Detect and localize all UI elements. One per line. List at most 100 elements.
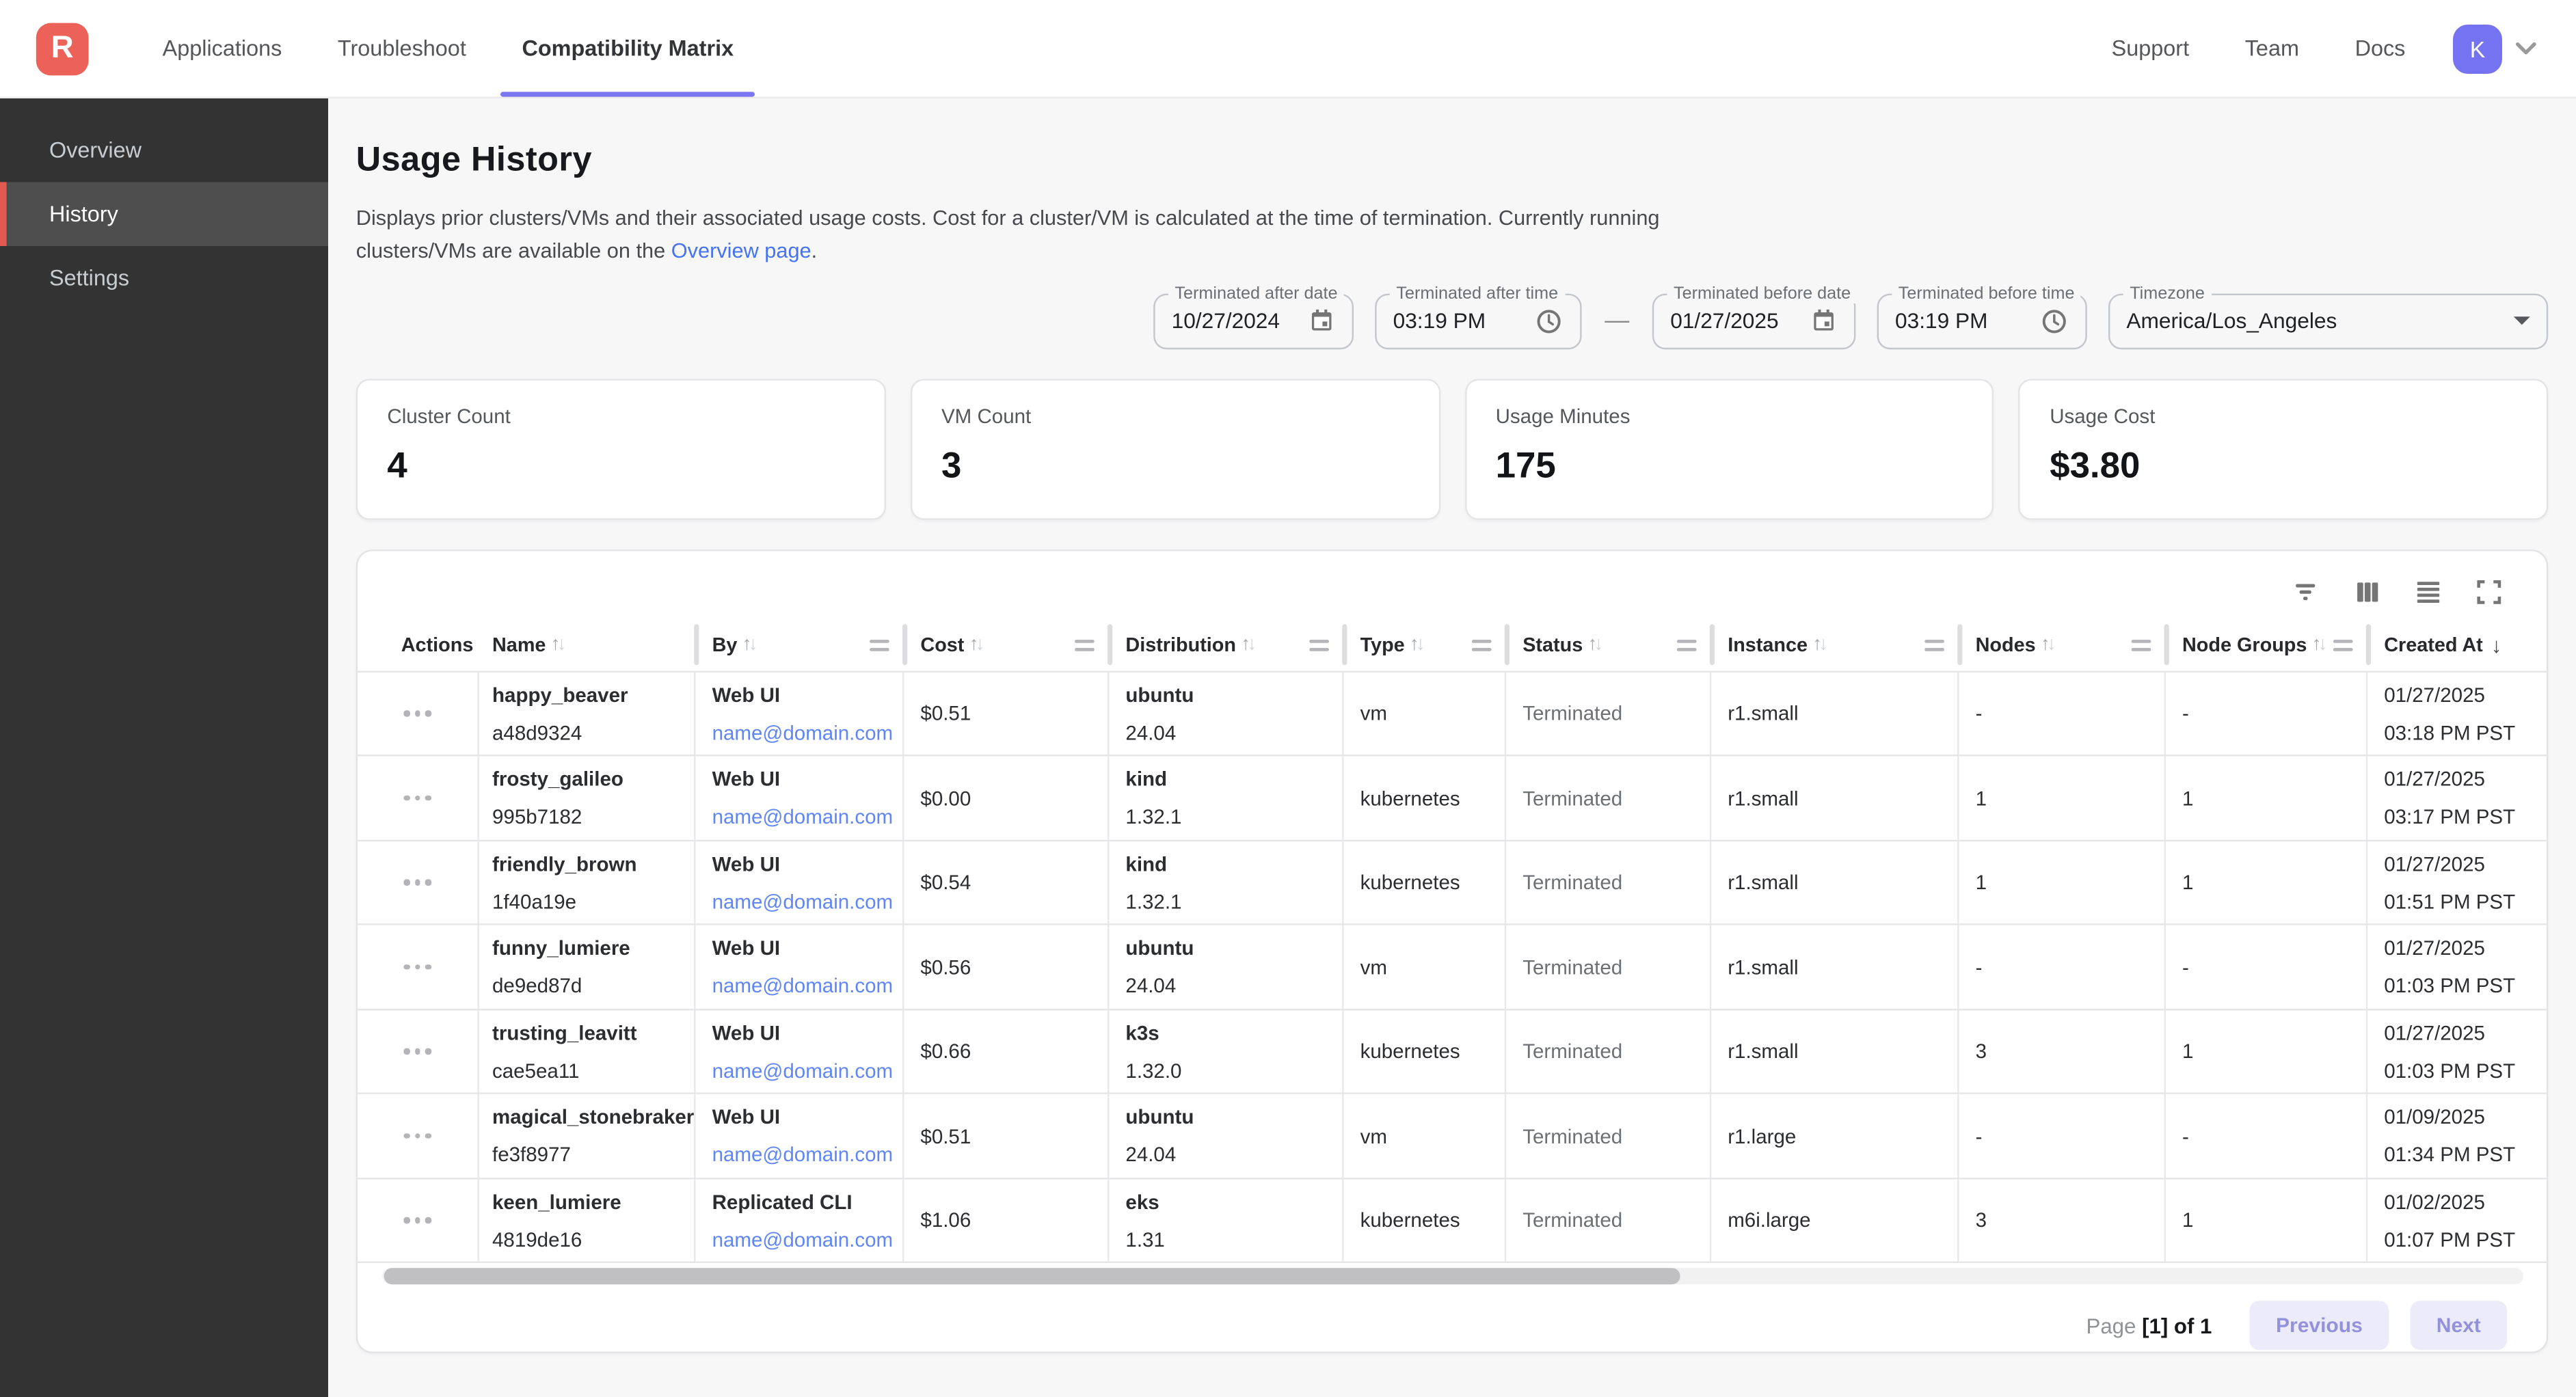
replicated-logo[interactable]: R bbox=[36, 22, 89, 74]
column-menu-icon[interactable] bbox=[2333, 639, 2353, 651]
nodes-cell: 3 bbox=[1959, 1010, 2166, 1093]
nav-tab-troubleshoot[interactable]: Troubleshoot bbox=[310, 0, 494, 97]
ellipsis-icon[interactable] bbox=[404, 1218, 431, 1223]
creator-email-link[interactable]: name@domain.com bbox=[712, 721, 902, 744]
column-header-name[interactable]: Name↑↓ bbox=[479, 620, 696, 670]
created-at-cell: 01/27/202501:03 PM PST bbox=[2367, 1010, 2547, 1093]
terminated-before-date-input[interactable]: Terminated before date 01/27/2025 bbox=[1652, 293, 1856, 349]
ellipsis-icon[interactable] bbox=[404, 964, 431, 970]
created-by: Web UI bbox=[712, 937, 902, 960]
table-row: keen_lumiere4819de16 Replicated CLIname@… bbox=[358, 1179, 2547, 1264]
ellipsis-icon[interactable] bbox=[404, 1049, 431, 1055]
sort-icon[interactable]: ↑↓ bbox=[1410, 636, 1422, 655]
sort-desc-icon[interactable]: ↓ bbox=[2491, 633, 2502, 657]
avatar[interactable]: K bbox=[2453, 24, 2502, 73]
column-menu-icon[interactable] bbox=[870, 639, 889, 651]
nav-link-support[interactable]: Support bbox=[2084, 0, 2217, 97]
column-header-distribution[interactable]: Distribution↑↓ bbox=[1109, 620, 1343, 670]
clock-icon[interactable] bbox=[1534, 307, 1564, 336]
sidebar-item-settings[interactable]: Settings bbox=[0, 246, 328, 310]
row-actions-cell[interactable] bbox=[358, 757, 479, 839]
calendar-icon[interactable] bbox=[1810, 308, 1838, 336]
sort-icon[interactable]: ↑↓ bbox=[1587, 636, 1600, 655]
filter-icon[interactable] bbox=[2292, 578, 2322, 607]
distribution-name: ubuntu bbox=[1125, 937, 1342, 960]
nav-tab-applications[interactable]: Applications bbox=[135, 0, 310, 97]
distribution-cell: eks1.31 bbox=[1109, 1179, 1343, 1262]
row-actions-cell[interactable] bbox=[358, 673, 479, 755]
creator-email-link[interactable]: name@domain.com bbox=[712, 975, 902, 998]
column-menu-icon[interactable] bbox=[1075, 639, 1095, 651]
row-actions-cell[interactable] bbox=[358, 1179, 479, 1262]
ellipsis-icon[interactable] bbox=[404, 1133, 431, 1139]
nav-link-docs[interactable]: Docs bbox=[2327, 0, 2433, 97]
sort-icon[interactable]: ↑↓ bbox=[2312, 636, 2324, 655]
cluster-id: de9ed87d bbox=[492, 975, 694, 998]
sort-icon[interactable]: ↑↓ bbox=[742, 636, 755, 655]
creator-email-link[interactable]: name@domain.com bbox=[712, 1228, 902, 1251]
column-header-instance[interactable]: Instance↑↓ bbox=[1711, 620, 1959, 670]
horizontal-scrollbar[interactable] bbox=[382, 1269, 2523, 1285]
overview-page-link[interactable]: Overview page bbox=[671, 239, 811, 263]
column-header-actions: Actions bbox=[358, 620, 479, 670]
stat-card-cluster-count: Cluster Count 4 bbox=[356, 379, 886, 519]
column-header-created-at[interactable]: Created At↓ bbox=[2367, 620, 2547, 670]
sort-icon[interactable]: ↑↓ bbox=[2041, 636, 2053, 655]
creator-email-link[interactable]: name@domain.com bbox=[712, 1143, 902, 1167]
node-groups-cell: 1 bbox=[2166, 1179, 2367, 1262]
primary-nav: Applications Troubleshoot Compatibility … bbox=[135, 0, 762, 97]
column-menu-icon[interactable] bbox=[1924, 639, 1944, 651]
stat-card-usage-cost: Usage Cost $3.80 bbox=[2019, 379, 2549, 519]
distribution-version: 24.04 bbox=[1125, 1143, 1342, 1167]
nav-tab-compatibility-matrix[interactable]: Compatibility Matrix bbox=[494, 0, 762, 97]
terminated-before-time-input[interactable]: Terminated before time 03:19 PM bbox=[1877, 293, 2087, 349]
creator-email-link[interactable]: name@domain.com bbox=[712, 890, 902, 913]
creator-email-link[interactable]: name@domain.com bbox=[712, 806, 902, 829]
created-time: 01:07 PM PST bbox=[2384, 1228, 2547, 1251]
terminated-after-time-input[interactable]: Terminated after time 03:19 PM bbox=[1375, 293, 1581, 349]
name-cell: frosty_galileo995b7182 bbox=[479, 757, 696, 839]
ellipsis-icon[interactable] bbox=[404, 796, 431, 801]
row-actions-cell[interactable] bbox=[358, 841, 479, 924]
sort-icon[interactable]: ↑↓ bbox=[1241, 636, 1253, 655]
cost-cell: $0.56 bbox=[904, 926, 1109, 1009]
scrollbar-thumb[interactable] bbox=[384, 1269, 1680, 1285]
created-at-cell: 01/27/202501:51 PM PST bbox=[2367, 841, 2547, 924]
table-row: friendly_brown1f40a19e Web UIname@domain… bbox=[358, 841, 2547, 926]
column-header-node-groups[interactable]: Node Groups↑↓ bbox=[2166, 620, 2367, 670]
chevron-down-icon[interactable] bbox=[2512, 34, 2540, 62]
sidebar-item-history[interactable]: History bbox=[0, 182, 328, 246]
column-menu-icon[interactable] bbox=[1677, 639, 1697, 651]
type-cell: kubernetes bbox=[1344, 1179, 1507, 1262]
next-page-button[interactable]: Next bbox=[2410, 1301, 2507, 1351]
column-header-status[interactable]: Status↑↓ bbox=[1506, 620, 1711, 670]
column-menu-icon[interactable] bbox=[1472, 639, 1492, 651]
column-menu-icon[interactable] bbox=[2132, 639, 2151, 651]
column-header-by[interactable]: By↑↓ bbox=[696, 620, 904, 670]
row-actions-cell[interactable] bbox=[358, 1095, 479, 1178]
creator-email-link[interactable]: name@domain.com bbox=[712, 1059, 902, 1083]
ellipsis-icon[interactable] bbox=[404, 880, 431, 885]
column-header-nodes[interactable]: Nodes↑↓ bbox=[1959, 620, 2166, 670]
calendar-icon[interactable] bbox=[1308, 308, 1336, 336]
sidebar-item-overview[interactable]: Overview bbox=[0, 118, 328, 182]
previous-page-button[interactable]: Previous bbox=[2250, 1301, 2389, 1351]
sort-icon[interactable]: ↑↓ bbox=[551, 636, 563, 655]
ellipsis-icon[interactable] bbox=[404, 711, 431, 716]
timezone-select[interactable]: Timezone America/Los_Angeles bbox=[2108, 293, 2548, 349]
row-actions-cell[interactable] bbox=[358, 926, 479, 1009]
terminated-after-date-input[interactable]: Terminated after date 10/27/2024 bbox=[1153, 293, 1354, 349]
columns-icon[interactable] bbox=[2353, 578, 2383, 607]
column-header-type[interactable]: Type↑↓ bbox=[1344, 620, 1507, 670]
instance-cell: r1.small bbox=[1711, 841, 1959, 924]
row-actions-cell[interactable] bbox=[358, 1010, 479, 1093]
clock-icon[interactable] bbox=[2039, 307, 2069, 336]
nav-link-team[interactable]: Team bbox=[2217, 0, 2327, 97]
fullscreen-icon[interactable] bbox=[2474, 578, 2504, 607]
sort-icon[interactable]: ↑↓ bbox=[1812, 636, 1825, 655]
density-icon[interactable] bbox=[2413, 578, 2443, 607]
column-menu-icon[interactable] bbox=[1309, 639, 1329, 651]
sort-icon[interactable]: ↑↓ bbox=[969, 636, 982, 655]
column-header-cost[interactable]: Cost↑↓ bbox=[904, 620, 1109, 670]
status-cell: Terminated bbox=[1506, 1010, 1711, 1093]
